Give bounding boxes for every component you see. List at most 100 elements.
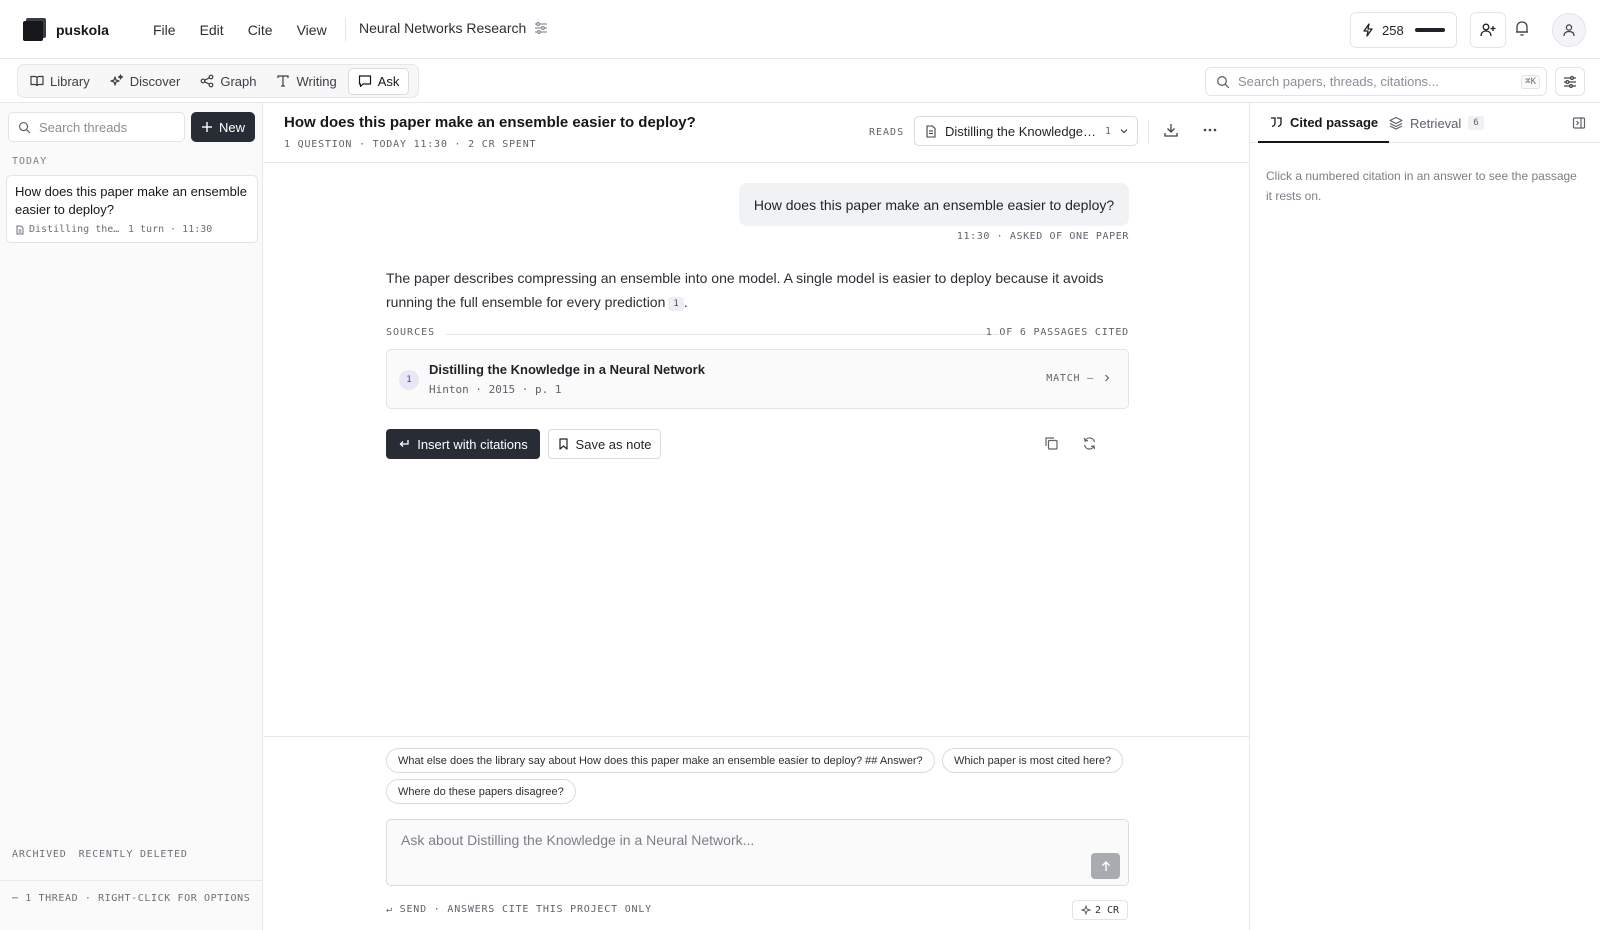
reads-label: READS bbox=[869, 127, 905, 138]
tab-retrieval[interactable]: Retrieval 6 bbox=[1378, 103, 1495, 143]
regenerate-button[interactable] bbox=[1082, 436, 1097, 451]
arrow-up-icon bbox=[1101, 861, 1110, 871]
thread-search[interactable] bbox=[8, 112, 185, 142]
reads-paper-count: 1 bbox=[1105, 125, 1112, 137]
download-icon bbox=[1164, 124, 1178, 137]
panel-empty-state: Click a numbered citation in an answer t… bbox=[1266, 169, 1577, 203]
search-shortcut-hint: ⌘K bbox=[1521, 75, 1540, 89]
nav-row: Library Discover Graph Writing Ask Searc… bbox=[0, 59, 1600, 103]
citation-panel: Cited passage Retrieval 6 Click a number… bbox=[1249, 103, 1600, 930]
user-question-bubble: How does this paper make an ensemble eas… bbox=[739, 183, 1129, 226]
top-bar: puskola File Edit Cite View Neural Netwo… bbox=[0, 0, 1600, 59]
brand-name[interactable]: puskola bbox=[56, 22, 109, 38]
sources-header: SOURCES 1 OF 6 PASSAGES CITED bbox=[386, 327, 1129, 341]
answer-body: The paper describes compressing an ensem… bbox=[386, 270, 1104, 310]
layers-icon bbox=[1389, 116, 1403, 130]
thread-list-item[interactable]: How does this paper make an ensemble eas… bbox=[6, 175, 258, 243]
credits-meter[interactable]: 258 bbox=[1350, 12, 1457, 48]
reads-paper-title: Distilling the Knowledge in a Neural Net… bbox=[945, 123, 1097, 139]
more-options-button[interactable] bbox=[1202, 128, 1218, 132]
question-meta: 11:30 · ASKED OF ONE PAPER bbox=[956, 231, 1129, 242]
threads-sidebar: New TODAY How does this paper make an en… bbox=[0, 103, 263, 930]
book-icon bbox=[30, 75, 44, 87]
ask-input[interactable] bbox=[401, 832, 1051, 856]
suggestion-chip[interactable]: What else does the library say about How… bbox=[386, 748, 935, 773]
tab-graph[interactable]: Graph bbox=[191, 69, 265, 94]
notifications-button[interactable] bbox=[1513, 19, 1531, 37]
tab-label: Graph bbox=[220, 73, 257, 89]
collapse-panel-button[interactable] bbox=[1572, 116, 1586, 130]
thread-subtitle: 1 QUESTION · TODAY 11:30 · 2 CR SPENT bbox=[284, 139, 537, 150]
insert-with-citations-button[interactable]: Insert with citations bbox=[386, 429, 540, 459]
search-icon bbox=[18, 121, 31, 133]
tab-discover[interactable]: Discover bbox=[101, 69, 190, 94]
tab-library[interactable]: Library bbox=[21, 69, 99, 94]
divider bbox=[345, 17, 346, 41]
menu-bar: File Edit Cite View bbox=[142, 0, 338, 59]
lightning-icon bbox=[1363, 23, 1373, 37]
new-thread-label: New bbox=[218, 119, 245, 135]
menu-file[interactable]: File bbox=[142, 16, 187, 44]
invite-user-button[interactable] bbox=[1470, 12, 1506, 48]
tab-ask[interactable]: Ask bbox=[347, 67, 410, 95]
download-button[interactable] bbox=[1163, 122, 1179, 138]
bell-icon bbox=[1516, 21, 1528, 36]
credits-balance: 258 bbox=[1382, 22, 1404, 38]
tab-writing[interactable]: Writing bbox=[267, 69, 345, 94]
save-as-note-button[interactable]: Save as note bbox=[548, 429, 661, 459]
citation-chip[interactable]: 1 bbox=[668, 297, 684, 311]
quote-icon bbox=[1271, 117, 1282, 128]
share-graph-icon bbox=[200, 74, 214, 88]
reads-paper-select[interactable]: Distilling the Knowledge in a Neural Net… bbox=[914, 116, 1138, 146]
global-search[interactable]: ⌘K bbox=[1205, 67, 1547, 96]
logo-icon bbox=[23, 18, 46, 41]
retrieval-count-badge: 6 bbox=[1468, 116, 1484, 130]
menu-cite[interactable]: Cite bbox=[237, 16, 284, 44]
credits-bar bbox=[1414, 28, 1445, 32]
menu-view[interactable]: View bbox=[286, 16, 338, 44]
thread-search-input[interactable] bbox=[39, 119, 179, 135]
new-thread-button[interactable]: New bbox=[191, 112, 255, 142]
source-match: MATCH — bbox=[1046, 373, 1094, 384]
composer bbox=[386, 819, 1129, 886]
user-icon bbox=[1563, 24, 1575, 37]
divider bbox=[1148, 120, 1149, 144]
user-plus-icon bbox=[1480, 23, 1496, 37]
project-title-button[interactable]: Neural Networks Research bbox=[359, 20, 548, 36]
thread-meta: Distilling the… 1 turn · 11:30 bbox=[15, 224, 249, 235]
source-meta: Hinton · 2015 · p. 1 bbox=[429, 383, 562, 396]
suggestion-chip[interactable]: Where do these papers disagree? bbox=[386, 779, 576, 804]
answer-text: The paper describes compressing an ensem… bbox=[386, 266, 1116, 314]
more-horizontal-icon bbox=[1203, 128, 1217, 132]
tab-label: Ask bbox=[377, 73, 400, 89]
filter-settings-button[interactable] bbox=[1555, 67, 1585, 96]
answer-period: . bbox=[683, 294, 688, 310]
tab-label: Cited passage bbox=[1290, 114, 1379, 130]
recently-deleted-link[interactable]: RECENTLY DELETED bbox=[79, 849, 188, 860]
sources-label: SOURCES bbox=[386, 327, 444, 338]
archived-link[interactable]: ARCHIVED bbox=[12, 849, 67, 860]
bookmark-icon bbox=[558, 438, 568, 450]
enter-arrow-icon bbox=[399, 440, 409, 447]
source-title: Distilling the Knowledge in a Neural Net… bbox=[429, 362, 705, 377]
sources-count: 1 OF 6 PASSAGES CITED bbox=[985, 327, 1129, 338]
tab-cited-passage[interactable]: Cited passage bbox=[1258, 103, 1390, 143]
global-search-input[interactable] bbox=[1238, 74, 1518, 89]
sidebar-collapse-icon bbox=[1572, 117, 1586, 129]
avatar[interactable] bbox=[1552, 13, 1586, 47]
divider bbox=[446, 334, 999, 335]
main-tabs: Library Discover Graph Writing Ask bbox=[17, 64, 419, 98]
tab-label: Library bbox=[50, 73, 90, 89]
source-card[interactable]: 1 Distilling the Knowledge in a Neural N… bbox=[386, 349, 1129, 409]
thread-title: How does this paper make an ensemble eas… bbox=[15, 184, 247, 217]
project-settings-icon bbox=[535, 22, 548, 35]
sparkle-icon bbox=[1080, 905, 1091, 915]
suggestion-chip[interactable]: Which paper is most cited here? bbox=[942, 748, 1124, 773]
menu-edit[interactable]: Edit bbox=[189, 16, 235, 44]
thread-title-heading: How does this paper make an ensemble eas… bbox=[284, 114, 696, 131]
save-label: Save as note bbox=[575, 436, 652, 452]
insert-label: Insert with citations bbox=[417, 436, 528, 452]
send-button[interactable] bbox=[1091, 853, 1120, 879]
copy-button[interactable] bbox=[1044, 436, 1059, 451]
panel-tabs: Cited passage Retrieval 6 bbox=[1250, 103, 1600, 143]
